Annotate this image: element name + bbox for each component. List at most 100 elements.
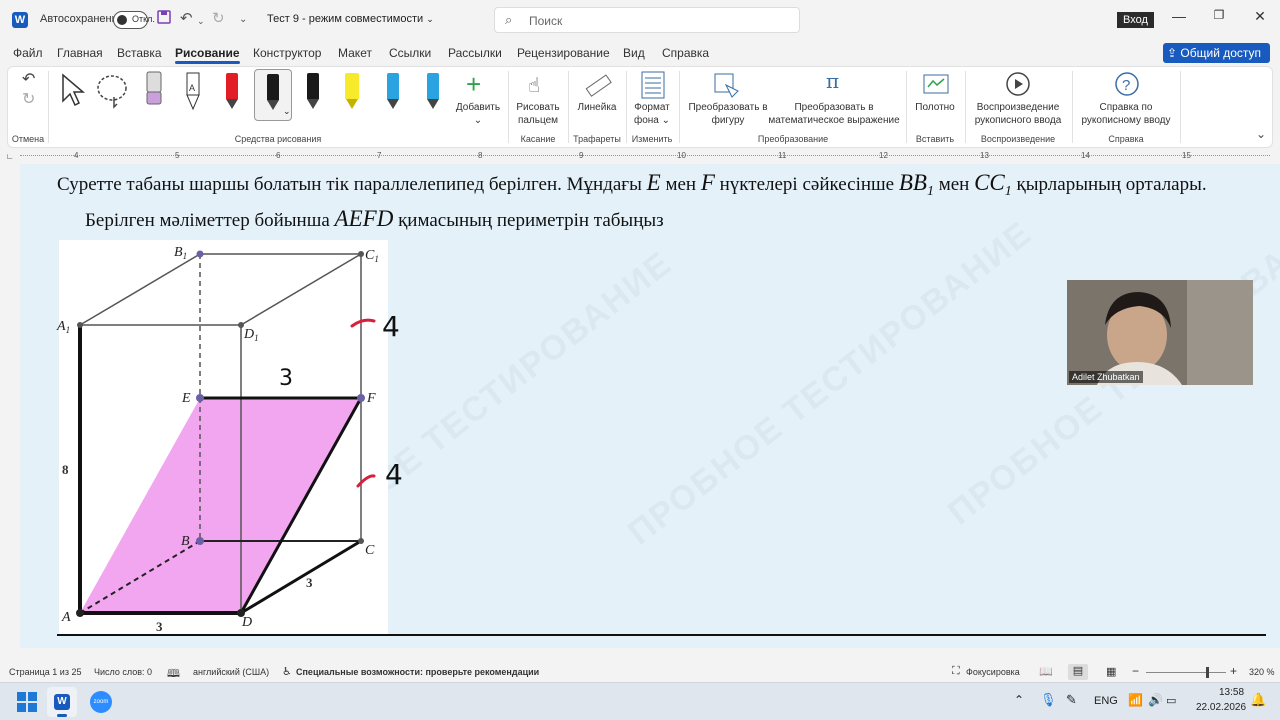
language-indicator[interactable]: английский (США) [193, 667, 269, 677]
zoom-in-icon[interactable]: + [1230, 664, 1237, 678]
taskbar-word-app[interactable]: W [47, 687, 77, 717]
windows-start-icon[interactable] [17, 692, 37, 717]
convert-to-shape-button[interactable]: Преобразовать в фигуру [684, 101, 772, 127]
autosave-toggle[interactable]: Откл. [113, 11, 155, 29]
ribbon-separator [1180, 71, 1181, 143]
clock-date[interactable]: 22.02.2026 [1196, 702, 1246, 713]
word-app-icon: W [12, 12, 28, 28]
tab-layout[interactable]: Макет [338, 46, 372, 60]
red-pen-icon[interactable] [224, 73, 240, 111]
accessibility-status[interactable]: Специальные возможности: проверьте реком… [296, 667, 539, 677]
convert-to-math-button[interactable]: Преобразовать в математическое выражение [765, 101, 903, 127]
blue-pen-2-icon[interactable] [425, 73, 441, 111]
read-mode-icon[interactable]: 📖 [1039, 665, 1053, 678]
customize-toolbar-icon[interactable]: ⌄ [239, 11, 247, 29]
format-background-button[interactable]: Формат фона ⌄ [628, 101, 676, 127]
tab-draw[interactable]: Рисование [175, 46, 240, 64]
word-count[interactable]: Число слов: 0 [94, 667, 152, 677]
ink-replay-icon[interactable] [1005, 71, 1031, 102]
print-layout-icon[interactable]: ▤ [1068, 664, 1088, 680]
tab-insert[interactable]: Вставка [117, 46, 162, 60]
microphone-icon[interactable]: 🎙 [1040, 692, 1057, 708]
ruler-number: 9 [579, 151, 584, 160]
show-hidden-icons-chevron[interactable]: ⌃ [1014, 693, 1024, 707]
share-button[interactable]: ⇪ Общий доступ ⌄ [1163, 43, 1270, 79]
tab-stop-marker[interactable]: ∟ [6, 152, 14, 161]
webcam-video: Adilet Zhubatkan [1067, 280, 1253, 385]
group-help-label: Справка [1108, 134, 1144, 144]
save-icon[interactable] [157, 10, 171, 29]
document-title[interactable]: Тест 9 - режим совместимости ⌄ [267, 13, 434, 25]
add-pen-icon[interactable]: + [466, 69, 481, 99]
ribbon-separator [906, 71, 907, 143]
document-page[interactable]: ПРОБНОЕ ТЕСТИРОВАНИЕ ПРОБНОЕ ТЕСТИРОВАНИ… [20, 164, 1280, 648]
ribbon-separator [1072, 71, 1073, 143]
focus-mode-button[interactable]: Фокусировка [966, 667, 1020, 677]
zoom-slider-thumb[interactable] [1206, 667, 1209, 678]
pencil-tool-icon[interactable]: A [183, 71, 203, 116]
volume-icon[interactable]: 🔊 [1148, 693, 1163, 707]
ribbon-separator [568, 71, 569, 143]
tab-home[interactable]: Главная [57, 46, 103, 60]
zoom-out-icon[interactable]: − [1132, 664, 1139, 678]
tab-references[interactable]: Ссылки [389, 46, 431, 60]
yellow-highlighter-icon[interactable] [344, 73, 360, 111]
wifi-icon[interactable]: 📶 [1128, 693, 1143, 707]
group-convert-label: Преобразование [757, 134, 829, 144]
canvas-icon[interactable] [922, 71, 950, 102]
ink-replay-button[interactable]: Воспроизведение рукописного ввода [968, 101, 1068, 127]
tab-view[interactable]: Вид [623, 46, 645, 60]
zoom-slider[interactable] [1146, 667, 1226, 678]
ink-help-icon[interactable]: ? [1114, 71, 1140, 102]
redo-ribbon-icon[interactable]: ↻ [22, 89, 35, 109]
autosave-state: Откл. [132, 14, 155, 24]
select-pointer-icon[interactable] [60, 73, 86, 112]
black-pen-selected[interactable]: ⌄ [254, 69, 292, 121]
lasso-select-icon[interactable] [96, 73, 130, 114]
ink-help-button[interactable]: Справка по рукописному вводу [1076, 101, 1176, 127]
undo-dropdown-icon[interactable]: ⌄ [197, 12, 205, 30]
pen-tip [226, 99, 238, 109]
close-icon[interactable]: ✕ [1250, 8, 1270, 25]
tab-file[interactable]: Файл [13, 46, 43, 60]
web-layout-icon[interactable]: ▦ [1106, 665, 1116, 678]
vertex-a [76, 609, 84, 617]
vertex-b [196, 537, 204, 545]
undo-icon[interactable]: ↶ [180, 10, 193, 28]
redo-icon[interactable]: ↻ [212, 10, 225, 28]
blue-pen-icon[interactable] [385, 73, 401, 111]
black-pen-icon [265, 74, 281, 112]
zoom-app-icon[interactable]: zoom [90, 691, 112, 713]
ruler-icon[interactable] [585, 73, 613, 104]
finger-draw-icon[interactable]: ☝ [528, 73, 540, 98]
page-counter[interactable]: Страница 1 из 25 [9, 667, 81, 677]
convert-to-shape-icon[interactable] [712, 71, 740, 104]
eraser-icon[interactable] [145, 71, 163, 112]
battery-icon[interactable]: ▭ [1166, 694, 1176, 707]
tab-mailings[interactable]: Рассылки [448, 46, 502, 60]
minimize-icon[interactable]: — [1169, 8, 1189, 24]
pen-menu-icon[interactable]: ✎ [1066, 692, 1077, 708]
input-language[interactable]: ENG [1094, 695, 1118, 707]
canvas-button[interactable]: Полотно [910, 101, 960, 114]
search-input[interactable]: ⌕ Поиск [494, 7, 800, 33]
tab-design[interactable]: Конструктор [253, 46, 321, 60]
format-background-icon[interactable] [641, 71, 665, 104]
label-e: E [181, 391, 191, 406]
add-pen-button[interactable]: Добавить ⌄ [450, 101, 506, 127]
zoom-level[interactable]: 320 % [1249, 667, 1275, 677]
restore-icon[interactable]: ❐ [1209, 8, 1229, 22]
black-pen-2-icon[interactable] [305, 73, 321, 111]
ruler-button[interactable]: Линейка [572, 101, 622, 114]
tab-help[interactable]: Справка [662, 46, 709, 60]
label-b1: B1 [174, 245, 187, 261]
pen-options-chevron-icon[interactable]: ⌄ [283, 106, 291, 117]
undo-ribbon-icon[interactable]: ↶ [22, 69, 35, 89]
signin-button[interactable]: Вход [1117, 12, 1154, 28]
clock-time[interactable]: 13:58 [1219, 687, 1244, 698]
convert-to-math-icon[interactable]: π [826, 69, 839, 93]
tab-review[interactable]: Рецензирование [517, 46, 610, 60]
collapse-ribbon-chevron-icon[interactable]: ⌄ [1256, 127, 1266, 141]
notifications-icon[interactable]: 🔔 [1250, 692, 1266, 708]
draw-with-finger-button[interactable]: Рисовать пальцем [513, 101, 563, 127]
